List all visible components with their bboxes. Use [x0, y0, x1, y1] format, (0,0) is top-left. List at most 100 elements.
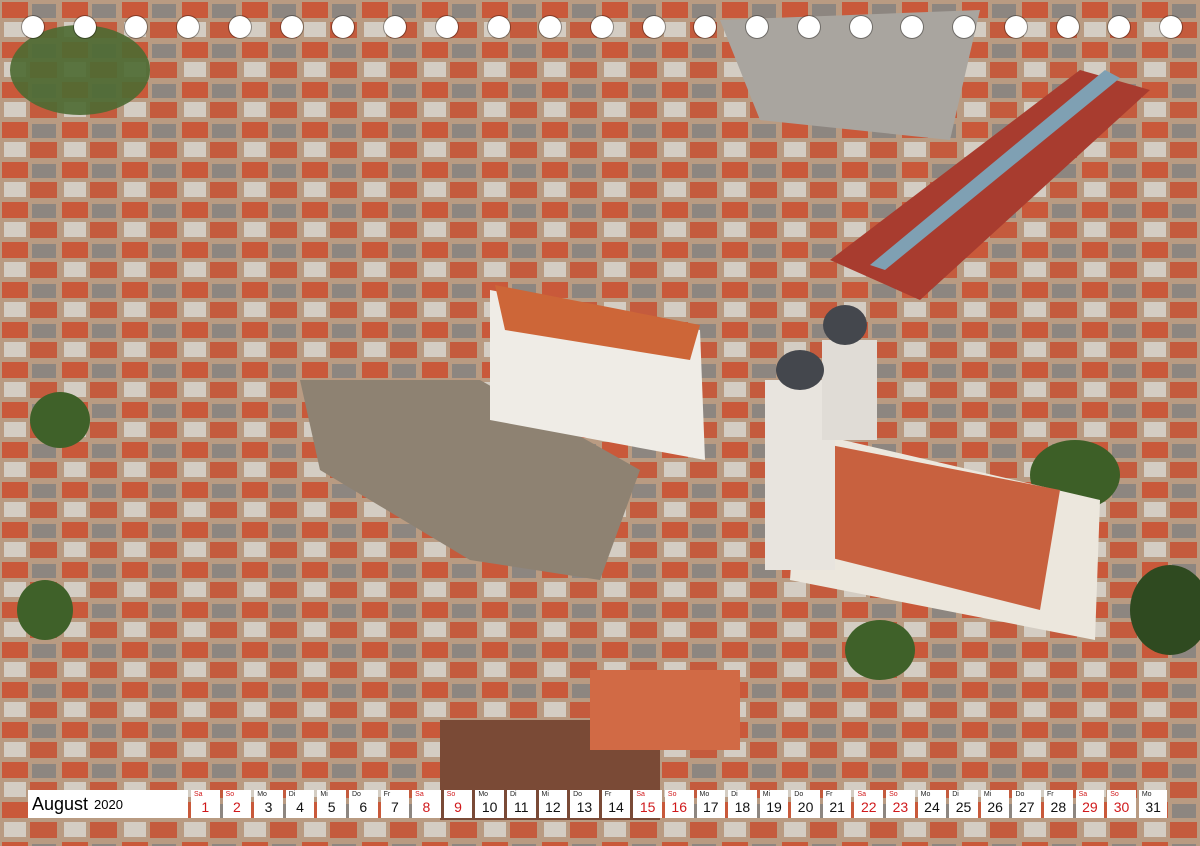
weekday-label: Di: [509, 791, 517, 798]
binding-hole: [384, 16, 407, 38]
weekday-label: Fr: [383, 791, 391, 798]
binding-hole: [1108, 16, 1131, 38]
weekday-label: Mo: [478, 791, 489, 798]
binding-hole: [435, 16, 458, 38]
weekday-label: Mo: [699, 791, 710, 798]
binding-hole: [177, 16, 200, 38]
weekday-label: Mo: [257, 791, 267, 798]
weekday-label: Sa: [636, 791, 645, 798]
weekday-label: Sa: [415, 791, 424, 798]
day-number: 12: [545, 799, 561, 815]
weekday-label: Do: [573, 791, 583, 798]
binding-hole: [953, 16, 976, 38]
binding-holes: [22, 16, 1182, 40]
calendar-day: Fr 14: [601, 790, 631, 818]
day-number: 2: [232, 799, 241, 815]
calendar-strip: August 2020 Sa 1 So 2 Mo 3 Di 4 Mi 5 Do 6 Fr 7 Sa 8 So 9 M…: [28, 790, 1172, 818]
binding-hole: [539, 16, 562, 38]
calendar-day: Fr 21: [822, 790, 852, 818]
calendar-day: So 23: [886, 790, 915, 818]
calendar-day: Sa 15: [633, 790, 662, 818]
day-number: 26: [987, 799, 1003, 815]
calendar-day: Sa 22: [854, 790, 884, 818]
calendar-day: Mo 10: [475, 790, 504, 818]
calendar-day: Do 13: [570, 790, 599, 818]
weekday-label: So: [446, 791, 456, 798]
day-number: 8: [422, 799, 431, 815]
calendar-day: So 30: [1107, 790, 1136, 818]
day-number: 19: [766, 799, 782, 815]
day-number: 7: [390, 799, 399, 815]
binding-hole: [332, 16, 355, 38]
weekday-label: Mi: [320, 791, 328, 798]
binding-hole: [797, 16, 820, 38]
calendar-day: Mi 26: [980, 790, 1010, 818]
weekday-label: Di: [731, 791, 738, 798]
calendar-day: Do 20: [791, 790, 820, 818]
weekday-label: Mo: [920, 791, 931, 798]
calendar-day: So 2: [222, 790, 252, 818]
month-label: August 2020: [28, 790, 188, 818]
calendar-day: Do 27: [1012, 790, 1042, 818]
day-number: 21: [829, 799, 845, 815]
day-number: 16: [671, 799, 687, 815]
weekday-label: Do: [794, 791, 804, 798]
binding-hole: [228, 16, 251, 38]
calendar-day: Di 11: [506, 790, 536, 818]
calendar-day: Di 4: [285, 790, 315, 818]
binding-hole: [1160, 16, 1182, 38]
weekday-label: So: [225, 791, 235, 798]
day-number: 10: [481, 799, 498, 815]
calendar-day: Do 6: [348, 790, 378, 818]
calendar-day: Mo 3: [254, 790, 283, 818]
calendar-day: Fr 7: [380, 790, 410, 818]
day-number: 27: [1018, 799, 1035, 815]
weekday-label: Fr: [825, 791, 833, 798]
binding-hole: [694, 16, 717, 38]
day-number: 22: [860, 799, 877, 815]
day-number: 13: [576, 799, 593, 815]
weekday-label: So: [1110, 791, 1119, 798]
day-number: 23: [892, 799, 909, 815]
binding-hole: [280, 16, 303, 38]
month-year: 2020: [94, 796, 123, 812]
binding-hole: [73, 16, 96, 38]
binding-hole: [1004, 16, 1027, 38]
weekday-label: Mi: [762, 791, 771, 798]
day-number: 24: [924, 799, 940, 815]
binding-hole: [22, 16, 44, 38]
calendar-day: So 16: [664, 790, 694, 818]
calendar-day: Di 25: [949, 790, 978, 818]
weekday-label: Sa: [194, 791, 203, 798]
binding-hole: [1056, 16, 1079, 38]
weekday-label: So: [889, 791, 898, 798]
calendar-day: Sa 8: [412, 790, 441, 818]
calendar-day: Mi 19: [759, 790, 789, 818]
calendar-day: Di 18: [728, 790, 757, 818]
weekday-label: So: [667, 791, 677, 798]
day-number: 11: [513, 799, 529, 815]
calendar-day: Mi 5: [317, 790, 346, 818]
binding-hole: [487, 16, 510, 38]
day-number: 14: [608, 799, 624, 815]
weekday-label: Fr: [1047, 791, 1054, 798]
month-name: August: [32, 793, 89, 814]
day-number: 29: [1082, 799, 1098, 815]
day-number: 25: [955, 799, 972, 815]
day-number: 6: [359, 799, 368, 815]
day-number: 3: [264, 799, 273, 815]
weekday-label: Mo: [1141, 791, 1152, 798]
day-number: 31: [1145, 799, 1161, 815]
calendar-day: Mo 31: [1138, 790, 1168, 818]
day-number: 17: [703, 799, 719, 815]
day-number: 15: [639, 799, 656, 815]
calendar-day: Mi 12: [538, 790, 568, 818]
aerial-town-photo: [0, 0, 1200, 846]
day-number: 5: [327, 799, 336, 815]
weekday-label: Do: [351, 791, 361, 798]
binding-hole: [849, 16, 872, 38]
weekday-label: Fr: [604, 791, 612, 798]
weekday-label: Di: [952, 791, 959, 798]
day-number: 18: [734, 799, 751, 815]
day-number: 9: [454, 799, 462, 815]
